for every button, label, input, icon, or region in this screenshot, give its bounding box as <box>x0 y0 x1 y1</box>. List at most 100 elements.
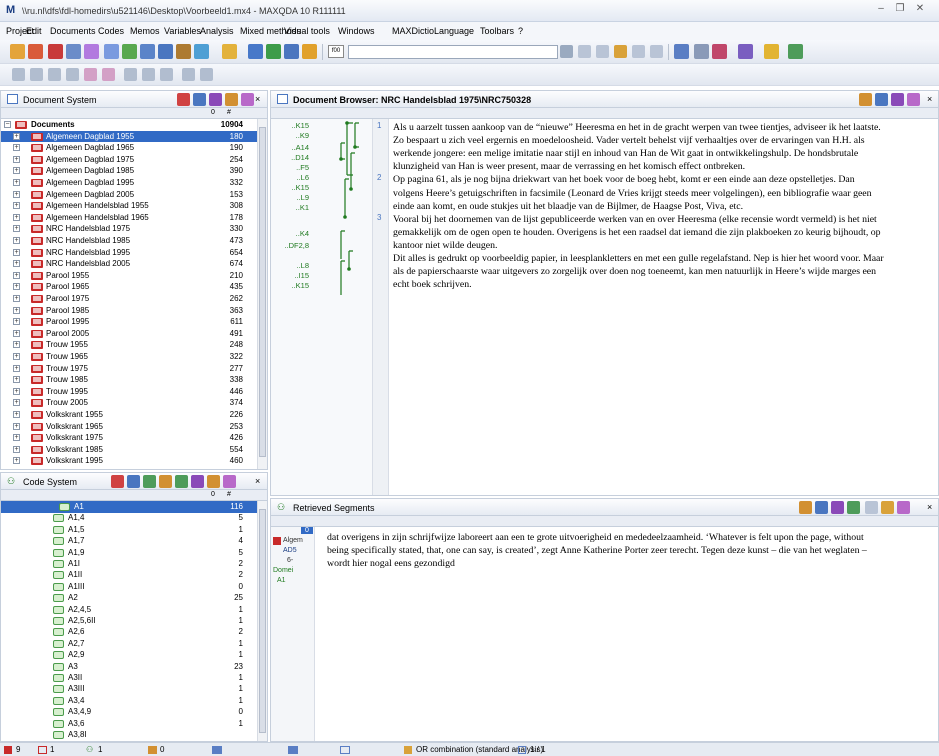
document-item[interactable]: + Trouw 1965 322 <box>1 351 257 363</box>
arrow-up-icon[interactable] <box>30 68 43 81</box>
doc-set-icon[interactable] <box>209 93 222 106</box>
search-code-icon[interactable] <box>102 68 115 81</box>
edit-icon[interactable] <box>66 44 81 59</box>
strikeout-icon[interactable] <box>650 45 663 58</box>
align-bottom-icon[interactable] <box>66 68 79 81</box>
document-item[interactable]: + Algemeen Dagblad 2005 153 <box>1 189 257 201</box>
code-item[interactable]: A3,8I <box>1 729 257 741</box>
expand-icon[interactable]: + <box>13 399 20 407</box>
expand-icon[interactable]: + <box>13 341 20 349</box>
print-segments-icon[interactable] <box>799 501 812 514</box>
segment-subdoc[interactable]: AD5 <box>283 547 297 554</box>
dictio-icon[interactable] <box>788 44 803 59</box>
code-item[interactable]: A2,4,5 1 <box>1 604 257 616</box>
memo-browser-icon[interactable] <box>891 93 904 106</box>
open-project-icon[interactable] <box>10 44 25 59</box>
code-item[interactable]: A2,7 1 <box>1 638 257 650</box>
expand-icon[interactable]: + <box>13 190 20 198</box>
document-item[interactable]: + Algemeen Handelsblad 1955 308 <box>1 200 257 212</box>
document-item[interactable]: + Volkskrant 1955 226 <box>1 409 257 421</box>
doc-search-icon[interactable] <box>241 93 254 106</box>
arrow-down-icon[interactable] <box>48 68 61 81</box>
copy-icon[interactable] <box>84 44 99 59</box>
word-freq-icon[interactable] <box>764 44 779 59</box>
gutter-code-label[interactable]: ..K15 <box>291 183 309 192</box>
document-item[interactable]: + Algemeen Handelsblad 1965 178 <box>1 212 257 224</box>
code-scrollbar[interactable] <box>257 501 267 741</box>
menu-memos[interactable]: Memos <box>130 26 160 36</box>
menu-codes[interactable]: Codes <box>98 26 124 36</box>
expand-icon[interactable]: + <box>13 457 20 465</box>
expand-icon[interactable]: + <box>13 260 20 268</box>
expand-icon[interactable]: + <box>13 225 20 233</box>
underline-icon[interactable] <box>632 45 645 58</box>
sigma-icon[interactable] <box>674 44 689 59</box>
cut-icon[interactable] <box>48 44 63 59</box>
expand-icon[interactable]: + <box>13 213 20 221</box>
expand-icon[interactable]: + <box>13 144 20 152</box>
segment-text[interactable]: dat overigens in zijn schrijfwijze labor… <box>327 531 935 731</box>
segment-domain[interactable]: Domei <box>273 567 293 574</box>
expand-icon[interactable]: + <box>13 306 20 314</box>
split-h-icon[interactable] <box>182 68 195 81</box>
expand-icon[interactable]: + <box>13 318 20 326</box>
menu-maxdictio[interactable]: MAXDictio <box>392 26 434 36</box>
document-item[interactable]: + NRC Handelsblad 2005 674 <box>1 258 257 270</box>
window-browser-icon[interactable] <box>284 44 299 59</box>
gutter-code-label[interactable]: ..A14 <box>291 143 309 152</box>
segment-code[interactable]: A1 <box>277 577 286 584</box>
gutter-code-label[interactable]: ..L9 <box>296 193 309 202</box>
document-item[interactable]: + Algemeen Dagblad 1955 180 <box>1 130 257 143</box>
gutter-code-label[interactable]: ..K1 <box>296 203 309 212</box>
expand-icon[interactable]: + <box>13 434 20 442</box>
view-icon[interactable] <box>124 68 137 81</box>
gutter-code-label[interactable]: ..D14 <box>291 153 309 162</box>
menu-language[interactable]: Language <box>434 26 474 36</box>
code-item[interactable]: A3,4 1 <box>1 695 257 707</box>
expand-icon[interactable]: + <box>13 422 20 430</box>
input-field-icon[interactable]: f00 <box>328 45 344 58</box>
expand-icon[interactable]: + <box>13 411 20 418</box>
close-panel-icon[interactable]: × <box>927 94 932 104</box>
document-item[interactable]: + Parool 1995 611 <box>1 316 257 328</box>
scrollbar-thumb[interactable] <box>259 127 266 457</box>
search-input[interactable] <box>348 45 558 59</box>
code-memo-icon[interactable] <box>159 475 172 488</box>
document-icon[interactable] <box>194 44 209 59</box>
code-item[interactable]: A2,9 1 <box>1 649 257 661</box>
window-doc-system-icon[interactable] <box>248 44 263 59</box>
window-retrieved-icon[interactable] <box>302 44 317 59</box>
expand-icon[interactable]: + <box>13 132 20 140</box>
memo-icon[interactable] <box>140 44 155 59</box>
scrollbar-thumb[interactable] <box>259 509 266 733</box>
document-item[interactable]: + Parool 2005 491 <box>1 328 257 340</box>
document-item[interactable]: + Algemeen Dagblad 1965 190 <box>1 142 257 154</box>
menu-visual-tools[interactable]: Visual tools <box>284 26 330 36</box>
expand-icon[interactable]: + <box>13 237 20 244</box>
document-item[interactable]: + Algemeen Dagblad 1995 332 <box>1 177 257 189</box>
document-item[interactable]: + Algemeen Dagblad 1985 390 <box>1 165 257 177</box>
expand-icon[interactable]: + <box>13 353 20 360</box>
table-icon[interactable] <box>158 44 173 59</box>
function-icon[interactable] <box>176 44 191 59</box>
expand-icon[interactable]: + <box>13 202 20 210</box>
tree-root-documents[interactable]: − Documents 10904 <box>1 119 257 131</box>
segments-search-icon[interactable] <box>897 501 910 514</box>
code-item[interactable]: A3,6 1 <box>1 718 257 730</box>
document-item[interactable]: + Volkskrant 1975 426 <box>1 432 257 444</box>
code-set-icon[interactable] <box>143 475 156 488</box>
code-item[interactable]: A1,7 4 <box>1 535 257 547</box>
delete-doc-icon[interactable] <box>177 93 190 106</box>
close-panel-icon[interactable]: × <box>927 502 932 512</box>
code-item[interactable]: A2,6 2 <box>1 626 257 638</box>
segment-document[interactable]: Algem <box>283 537 303 544</box>
code-item[interactable]: A3III 1 <box>1 683 257 695</box>
gutter-code-label[interactable]: ..F5 <box>296 163 309 172</box>
gutter-code-label[interactable]: ..K9 <box>296 131 309 140</box>
document-item[interactable]: + Trouw 2005 374 <box>1 397 257 409</box>
code-highlight-icon[interactable] <box>614 45 627 58</box>
code-export-icon[interactable] <box>207 475 220 488</box>
gutter-code-label[interactable]: ..K4 <box>296 229 309 238</box>
document-item[interactable]: + Trouw 1985 338 <box>1 374 257 386</box>
menu-documents[interactable]: Documents <box>50 26 96 36</box>
